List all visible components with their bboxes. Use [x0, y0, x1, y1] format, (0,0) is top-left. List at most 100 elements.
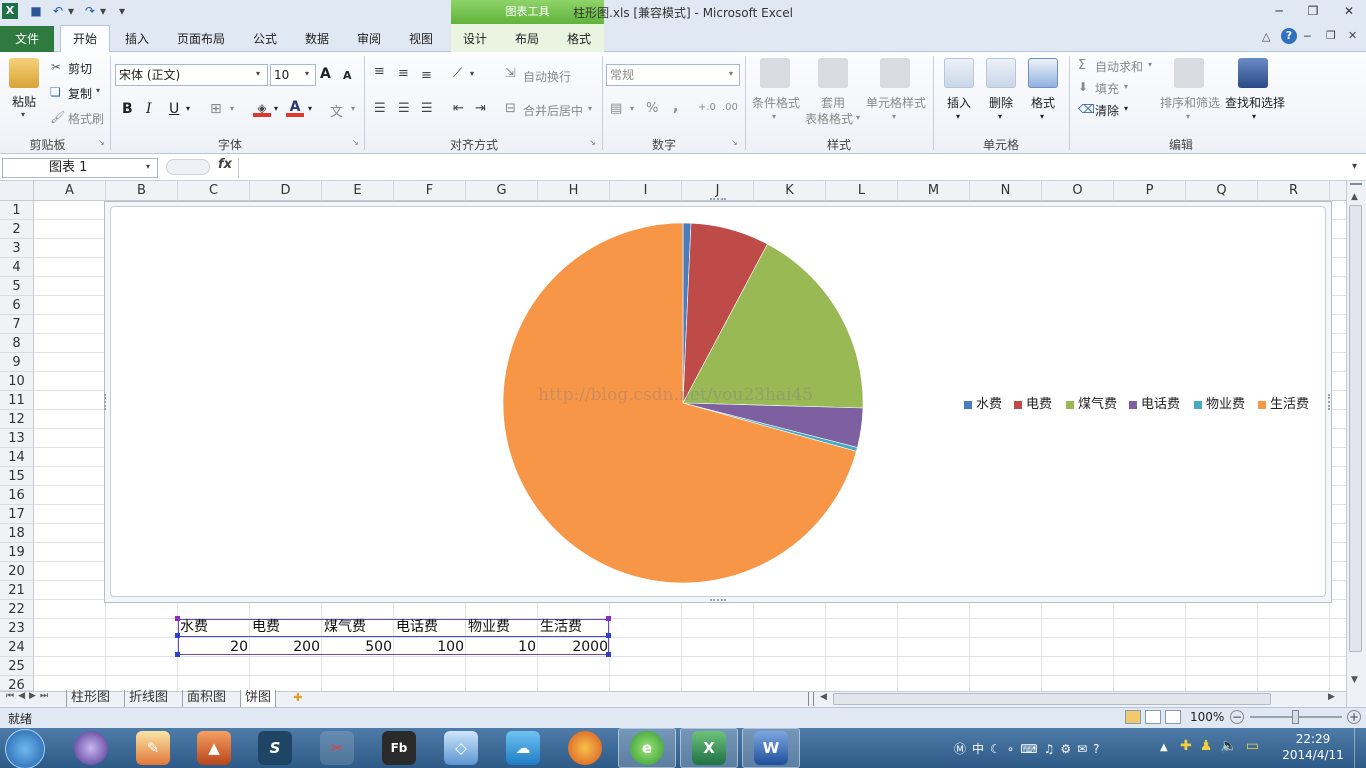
row-header-20[interactable]: 20: [0, 562, 34, 581]
border-icon[interactable]: ⊞: [210, 101, 222, 117]
format-as-table-label-2[interactable]: 表格格式: [805, 110, 853, 127]
conditional-format-button[interactable]: 条件格式: [752, 94, 800, 111]
font-name-combo[interactable]: 宋体 (正文): [115, 64, 268, 86]
font-name-dropdown-icon[interactable]: ▾: [256, 69, 260, 78]
range-handle[interactable]: [175, 616, 180, 621]
sort-filter-button[interactable]: 排序和筛选: [1160, 94, 1220, 111]
copy-dropdown-icon[interactable]: ▾: [96, 86, 100, 95]
row-header-11[interactable]: 11: [0, 391, 34, 410]
tab-file[interactable]: 文件: [0, 26, 54, 52]
sort-filter-icon[interactable]: [1174, 58, 1204, 88]
row-header-10[interactable]: 10: [0, 372, 34, 391]
scroll-up-icon[interactable]: ▲: [1351, 192, 1358, 202]
row-header-5[interactable]: 5: [0, 277, 34, 296]
row-header-16[interactable]: 16: [0, 486, 34, 505]
snipping-taskbar-icon[interactable]: ✂: [320, 731, 354, 765]
align-right-icon[interactable]: ☰: [421, 101, 433, 116]
orientation-dropdown-icon[interactable]: ▾: [470, 69, 474, 78]
row-header-13[interactable]: 13: [0, 429, 34, 448]
row-header-4[interactable]: 4: [0, 258, 34, 277]
delete-cells-icon[interactable]: [986, 58, 1016, 88]
tab-design[interactable]: 设计: [454, 28, 496, 50]
legend-item[interactable]: 生活费: [1258, 393, 1309, 412]
row-header-26[interactable]: 26: [0, 676, 34, 693]
row-header-21[interactable]: 21: [0, 581, 34, 600]
row-header-22[interactable]: 22: [0, 600, 34, 619]
clear-button[interactable]: 清除: [1095, 102, 1119, 119]
tray-expand-icon[interactable]: ▲: [1160, 742, 1168, 753]
ribbon-collapse-icon[interactable]: △: [1262, 30, 1270, 43]
align-left-icon[interactable]: ☰: [374, 101, 386, 116]
underline-dropdown-icon[interactable]: ▾: [186, 104, 190, 113]
grow-font-button[interactable]: A: [320, 66, 331, 82]
column-header-f[interactable]: F: [394, 181, 466, 201]
row-header-12[interactable]: 12: [0, 410, 34, 429]
column-header-d[interactable]: D: [250, 181, 322, 201]
formula-bar-splitter[interactable]: [166, 159, 210, 175]
fill-dropdown-icon[interactable]: ▾: [1124, 82, 1128, 91]
find-select-icon[interactable]: [1238, 58, 1268, 88]
cell-styles-icon[interactable]: [880, 58, 910, 88]
tab-split-handle[interactable]: [808, 692, 814, 706]
paste-button[interactable]: 粘贴: [12, 93, 36, 110]
clock[interactable]: 22:29 2014/4/11: [1278, 731, 1348, 763]
column-header-b[interactable]: B: [106, 181, 178, 201]
fill-color-icon[interactable]: ◈: [253, 101, 271, 117]
font-color-dropdown-icon[interactable]: ▾: [308, 104, 312, 113]
currency-icon[interactable]: ▤: [610, 101, 622, 116]
zoom-out-icon[interactable]: −: [1230, 710, 1244, 724]
font-color-icon[interactable]: A: [286, 99, 304, 117]
column-header-g[interactable]: G: [466, 181, 538, 201]
increase-decimal-icon[interactable]: +.0: [698, 102, 716, 113]
format-painter-icon[interactable]: 🖌: [50, 110, 65, 124]
alignment-launcher-icon[interactable]: ↘: [589, 138, 596, 147]
virtualbox-taskbar-icon[interactable]: ◇: [444, 731, 478, 765]
fill-icon[interactable]: ⬇: [1078, 80, 1088, 94]
row-header-19[interactable]: 19: [0, 543, 34, 562]
column-header-p[interactable]: P: [1114, 181, 1186, 201]
wb-restore-icon[interactable]: ❐: [1326, 29, 1336, 42]
normal-view-icon[interactable]: [1125, 710, 1141, 724]
number-format-dropdown-icon[interactable]: ▾: [729, 69, 733, 78]
sheet-nav-icons[interactable]: ⏮◀▶⏭: [6, 691, 52, 701]
bold-button[interactable]: B: [122, 101, 133, 117]
zoom-level[interactable]: 100%: [1190, 710, 1224, 724]
merge-center-dropdown-icon[interactable]: ▾: [588, 104, 592, 113]
cut-icon[interactable]: ✂: [51, 60, 61, 74]
row-header-9[interactable]: 9: [0, 353, 34, 372]
chart-resize-handle-bottom[interactable]: [710, 599, 726, 604]
legend-item[interactable]: 电话费: [1129, 393, 1180, 412]
scroll-left-icon[interactable]: ◀: [820, 692, 827, 702]
help-icon[interactable]: ?: [1281, 28, 1297, 44]
row-header-15[interactable]: 15: [0, 467, 34, 486]
shrink-font-button[interactable]: A: [343, 69, 352, 82]
align-middle-icon[interactable]: ≡: [398, 66, 409, 81]
phonetic-icon[interactable]: 文: [330, 101, 343, 120]
insert-cells-icon[interactable]: [944, 58, 974, 88]
align-center-icon[interactable]: ☰: [398, 101, 410, 116]
currency-dropdown-icon[interactable]: ▾: [630, 104, 634, 113]
decrease-indent-icon[interactable]: ⇤: [453, 101, 464, 116]
row-header-23[interactable]: 23: [0, 619, 34, 638]
word-taskbar-icon[interactable]: W: [754, 731, 788, 765]
row-header-2[interactable]: 2: [0, 220, 34, 239]
autosum-button[interactable]: 自动求和: [1095, 58, 1143, 75]
conditional-format-icon[interactable]: [760, 58, 790, 88]
restore-icon[interactable]: ❐: [1298, 2, 1328, 20]
column-header-l[interactable]: L: [826, 181, 898, 201]
format-cells-dropdown-icon[interactable]: ▾: [1040, 112, 1044, 121]
column-header-a[interactable]: A: [34, 181, 106, 201]
range-handle[interactable]: [606, 616, 611, 621]
redo-dropdown-icon[interactable]: ▾: [98, 3, 108, 19]
range-handle[interactable]: [606, 652, 611, 657]
legend-item[interactable]: 煤气费: [1066, 393, 1117, 412]
undo-dropdown-icon[interactable]: ▾: [66, 3, 76, 19]
table-header-cell[interactable]: 物业费: [468, 618, 510, 637]
table-value-cell[interactable]: 2000: [538, 638, 608, 657]
range-handle[interactable]: [175, 652, 180, 657]
comma-button[interactable]: ,: [673, 99, 678, 115]
align-top-icon[interactable]: ≡: [374, 64, 385, 79]
horizontal-scrollbar-thumb[interactable]: [833, 693, 1271, 705]
row-header-6[interactable]: 6: [0, 296, 34, 315]
expand-formula-bar-icon[interactable]: ▾: [1352, 161, 1357, 172]
